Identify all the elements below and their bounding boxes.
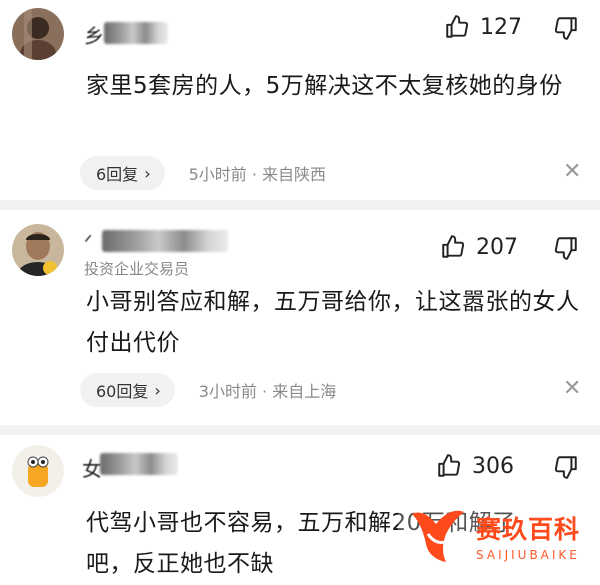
chevron-right-icon: › (144, 163, 151, 183)
thumbs-down-icon[interactable] (553, 235, 579, 261)
username-blurred (102, 230, 228, 252)
watermark-text: 赛玖百科 SAIJIUBAIKE (476, 510, 580, 562)
time-location: 5小时前 · 来自陕西 (188, 165, 327, 184)
username[interactable]: ᐟ (84, 230, 92, 254)
close-icon[interactable]: ✕ (563, 376, 581, 401)
watermark-subtitle: SAIJIUBAIKE (476, 548, 580, 562)
watermark-title: 赛玖百科 (476, 515, 581, 544)
like-count: 127 (480, 14, 522, 40)
avatar[interactable] (12, 8, 64, 60)
comment-meta: 6回复 › 5小时前 · 来自陕西 (80, 156, 326, 190)
comment-2: ᐟ 投资企业交易员 207 小哥别答应和解，五万哥给你，让这嚣张的女人付出代价 … (0, 210, 600, 425)
username-blurred (100, 453, 178, 475)
like-button[interactable]: 127 (444, 14, 522, 40)
replies-count: 6回复 (96, 165, 139, 184)
replies-button[interactable]: 60回复 › (80, 373, 175, 407)
replies-button[interactable]: 6回复 › (80, 156, 165, 190)
thumbs-up-icon (446, 15, 469, 38)
comment-meta: 60回复 › 3小时前 · 来自上海 (80, 373, 336, 407)
watermark: 赛玖百科 SAIJIUBAIKE (398, 490, 600, 582)
thumbs-up-icon (442, 235, 465, 258)
avatar[interactable] (12, 445, 64, 497)
like-count: 306 (472, 453, 514, 479)
close-icon[interactable]: ✕ (563, 159, 581, 184)
comment-1: 乡 127 家里5套房的人，5万解决这不太复核她的身份 6回复 › 5小时前 ·… (0, 0, 600, 200)
comment-text: 家里5套房的人，5万解决这不太复核她的身份 (86, 73, 563, 99)
avatar[interactable] (12, 224, 64, 276)
like-count: 207 (476, 234, 518, 260)
like-button[interactable]: 207 (440, 234, 518, 260)
time-location: 3小时前 · 来自上海 (198, 382, 337, 401)
thumbs-down-icon[interactable] (553, 15, 579, 41)
thumbs-down-icon[interactable] (553, 454, 579, 480)
user-title-tag: 投资企业交易员 (84, 260, 190, 278)
username[interactable]: 女 (82, 453, 102, 482)
divider (0, 200, 600, 210)
like-button[interactable]: 306 (436, 453, 514, 479)
comment-text: 小哥别答应和解，五万哥给你，让这嚣张的女人付出代价 (86, 289, 580, 356)
username-blurred (104, 22, 168, 44)
chevron-right-icon: › (154, 380, 161, 400)
divider (0, 425, 600, 435)
thumbs-up-icon (438, 454, 461, 477)
username[interactable]: 乡 (84, 20, 104, 49)
replies-count: 60回复 (96, 382, 149, 401)
whale-tail-logo-icon (412, 510, 464, 562)
